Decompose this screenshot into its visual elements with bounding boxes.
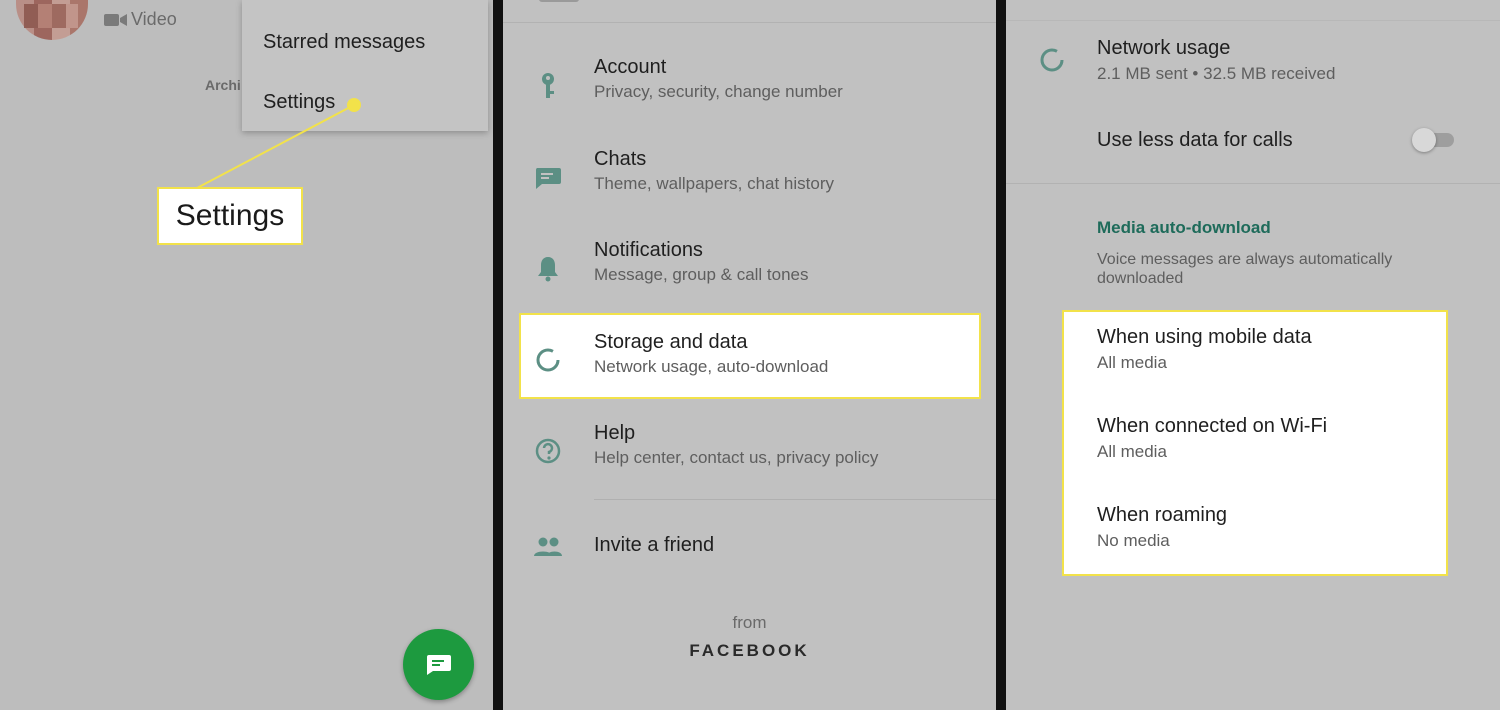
row-title: When connected on Wi-Fi — [1097, 415, 1328, 437]
row-subtitle: 2.1 MB sent • 32.5 MB received — [1097, 64, 1336, 83]
section-heading: Media auto-download — [1097, 218, 1271, 237]
row-subtitle: Network usage, auto-download — [594, 357, 829, 376]
row-title: Storage and data — [594, 331, 748, 353]
settings-row-chats[interactable]: Chats Theme, wallpapers, chat history — [503, 138, 996, 218]
settings-screen: Account Privacy, security, change number… — [503, 0, 996, 710]
help-icon — [535, 438, 561, 464]
row-subtitle: All media — [1097, 353, 1167, 372]
row-subtitle: Theme, wallpapers, chat history — [594, 174, 834, 193]
row-title: Help — [594, 422, 636, 444]
chats-screen: Video Archi Starred messages Settings Se… — [0, 0, 493, 710]
section-note: Voice messages are always automatically … — [1097, 251, 1393, 287]
settings-row-storage-and-data[interactable]: Storage and data Network usage, auto-dow… — [503, 321, 996, 401]
chat-icon — [535, 168, 561, 189]
divider — [1006, 20, 1500, 21]
footer-brand: FACEBOOK — [689, 641, 810, 660]
footer-from: from — [732, 613, 767, 632]
row-title: Account — [594, 56, 667, 78]
settings-row-account[interactable]: Account Privacy, security, change number — [503, 46, 996, 126]
message-icon — [426, 654, 451, 675]
settings-header — [503, 0, 996, 23]
row-title: Network usage — [1097, 37, 1231, 59]
callout-pointer — [196, 98, 361, 189]
row-title: Invite a friend — [594, 534, 715, 556]
new-chat-button[interactable] — [403, 629, 474, 700]
row-title: When using mobile data — [1097, 326, 1312, 348]
settings-row-help[interactable]: Help Help center, contact us, privacy po… — [503, 412, 996, 492]
settings-row-invite-a-friend[interactable]: Invite a friend — [503, 514, 996, 578]
row-title: Use less data for calls — [1097, 129, 1293, 151]
row-subtitle: All media — [1097, 442, 1167, 461]
row-title: Chats — [594, 148, 647, 170]
settings-row-notifications[interactable]: Notifications Message, group & call tone… — [503, 229, 996, 309]
storage-and-data-screen: Network usage 2.1 MB sent • 32.5 MB rece… — [1006, 0, 1500, 710]
divider — [1006, 183, 1500, 184]
toggle-thumb[interactable] — [1412, 128, 1436, 152]
divider — [594, 499, 996, 500]
people-icon — [534, 537, 562, 556]
key-icon — [542, 73, 554, 98]
data-usage-icon — [536, 348, 560, 372]
row-subtitle: Message, group & call tones — [594, 265, 809, 284]
row-subtitle: Privacy, security, change number — [594, 82, 843, 101]
data-usage-icon — [1040, 48, 1064, 72]
row-subtitle: No media — [1097, 531, 1170, 550]
row-title: Notifications — [594, 239, 703, 261]
row-subtitle: Help center, contact us, privacy policy — [594, 448, 879, 467]
row-title: When roaming — [1097, 504, 1228, 526]
bell-icon — [538, 257, 558, 282]
callout-label: Settings — [157, 187, 303, 245]
